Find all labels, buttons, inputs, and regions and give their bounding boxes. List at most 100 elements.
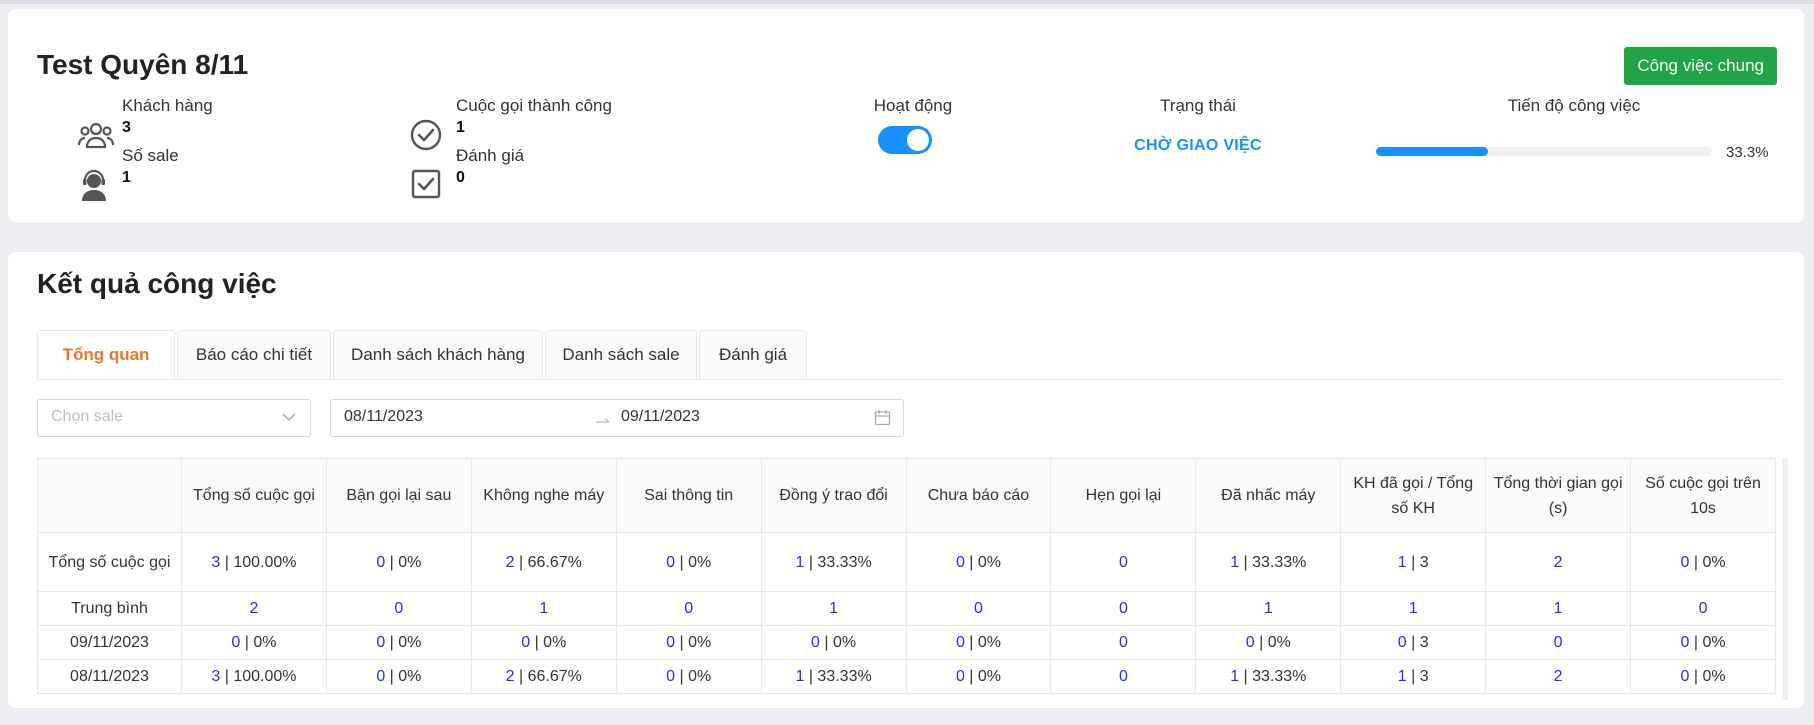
date-to-input[interactable] — [621, 405, 821, 429]
general-job-button[interactable]: Công việc chung — [1624, 47, 1777, 85]
cell-count-link[interactable]: 0 — [811, 634, 820, 651]
cell-count-link[interactable]: 1 — [1230, 668, 1239, 685]
stat-successful-calls-label: Cuộc gọi thành công — [456, 96, 612, 115]
cell-suffix: | 0% — [964, 668, 1002, 685]
job-summary-card: Test Quyên 8/11 Công việc chung Khách hà… — [8, 9, 1804, 222]
table-cell: 1 — [760, 591, 907, 626]
cell-count-link[interactable]: 0 — [684, 600, 693, 617]
check-circle-icon — [410, 119, 442, 151]
row-label: 09/11/2023 — [37, 625, 182, 660]
cell-suffix: | 0% — [819, 634, 857, 651]
cell-count-link[interactable]: 0 — [666, 668, 675, 685]
cell-count-link[interactable]: 0 — [1119, 600, 1128, 617]
cell-count-link[interactable]: 0 — [666, 554, 675, 571]
activity-toggle[interactable] — [878, 126, 932, 154]
cell-count-link[interactable]: 0 — [1554, 634, 1563, 651]
tab-detail-report[interactable]: Báo cáo chi tiết — [177, 330, 331, 380]
table-cell: 3 | 100.00% — [181, 659, 327, 694]
cell-count-link[interactable]: 1 — [1409, 600, 1418, 617]
cell-count-link[interactable]: 1 — [829, 600, 838, 617]
table-cell: 0 | 0% — [470, 625, 617, 660]
date-range-picker — [330, 399, 904, 437]
check-square-icon — [411, 169, 441, 199]
activity-label: Hoạt động — [873, 96, 953, 115]
cell-count-link[interactable]: 0 — [666, 634, 675, 651]
cell-count-link[interactable]: 1 — [1554, 600, 1563, 617]
cell-count-link[interactable]: 1 — [1230, 554, 1239, 571]
cell-count-link[interactable]: 0 — [1246, 634, 1255, 651]
table-cell: 0 | 0% — [325, 625, 472, 660]
row-label: 08/11/2023 — [37, 659, 182, 694]
table-cell: 0 | 0% — [615, 659, 762, 694]
results-table: Tổng số cuộc gọi Bận gọi lại sau Không n… — [37, 458, 1776, 694]
cell-count-link[interactable]: 0 — [1119, 634, 1128, 651]
table-cell: 1 — [1485, 591, 1632, 626]
cell-suffix: | 100.00% — [220, 553, 297, 571]
cell-count-link[interactable]: 1 — [1264, 600, 1273, 617]
cell-count-link[interactable]: 1 — [1398, 554, 1407, 571]
column-header: Bận gọi lại sau — [325, 458, 472, 533]
table-header-row: Tổng số cuộc gọi Bận gọi lại sau Không n… — [37, 458, 1776, 533]
calendar-icon[interactable] — [874, 409, 891, 426]
cell-count-link[interactable]: 0 — [974, 600, 983, 617]
table-cell: 0 — [1050, 532, 1197, 592]
stat-sales-value: 1 — [122, 169, 131, 186]
stat-sales-label: Số sale — [122, 146, 179, 165]
cell-suffix: | 3 — [1406, 668, 1429, 685]
job-results-card: Kết quả công việc Tổng quan Báo cáo chi … — [8, 252, 1804, 708]
cell-count-link[interactable]: 2 — [506, 668, 515, 685]
cell-count-link[interactable]: 0 — [376, 668, 385, 685]
tab-overview[interactable]: Tổng quan — [37, 330, 175, 380]
cell-count-link[interactable]: 1 — [539, 600, 548, 617]
tab-customer-list[interactable]: Danh sách khách hàng — [333, 330, 543, 380]
cell-count-link[interactable]: 0 — [1398, 634, 1407, 651]
cell-count-link[interactable]: 2 — [506, 554, 515, 571]
table-cell: 1 | 3 — [1340, 532, 1487, 592]
table-body: Tổng số cuộc gọi 3 | 100.00% 0 | 0% 2 | 66.… — [37, 532, 1776, 694]
cell-suffix: | 0% — [240, 634, 277, 651]
cell-suffix: | 66.67% — [514, 553, 582, 571]
stat-reviews-label: Đánh giá — [456, 146, 525, 165]
cell-count-link[interactable]: 3 — [211, 554, 220, 571]
sale-select[interactable]: Chọn sale — [37, 399, 311, 437]
cell-suffix: | 0% — [675, 668, 712, 685]
cell-count-link[interactable]: 2 — [1554, 554, 1563, 571]
table-cell: 2 | 66.67% — [470, 659, 617, 694]
cell-count-link[interactable]: 0 — [376, 634, 385, 651]
cell-count-link[interactable]: 0 — [956, 668, 965, 685]
cell-count-link[interactable]: 0 — [1119, 668, 1128, 685]
page-title: Test Quyên 8/11 — [37, 49, 249, 80]
table-cell: 1 — [1195, 591, 1342, 626]
table-cell: 0 | 0% — [615, 625, 762, 660]
tab-reviews[interactable]: Đánh giá — [699, 330, 807, 380]
row-label: Trung bình — [37, 591, 182, 626]
cell-count-link[interactable]: 1 — [1398, 668, 1407, 685]
cell-suffix: | 0% — [385, 553, 422, 571]
table-cell: 0 — [1050, 659, 1197, 694]
cell-count-link[interactable]: 0 — [231, 634, 240, 651]
cell-count-link[interactable]: 0 — [956, 634, 965, 651]
headset-user-icon — [82, 169, 106, 201]
date-from-input[interactable] — [344, 405, 544, 429]
table-cell: 0 | 0% — [615, 532, 762, 592]
column-header: Tổng thời gian gọi (s) — [1485, 458, 1632, 533]
cell-count-link[interactable]: 0 — [1119, 554, 1128, 571]
cell-count-link[interactable]: 2 — [1554, 668, 1563, 685]
cell-suffix: | 0% — [1254, 634, 1291, 651]
cell-count-link[interactable]: 3 — [211, 668, 220, 685]
cell-count-link[interactable]: 0 — [376, 554, 385, 571]
tab-sale-list[interactable]: Danh sách sale — [545, 330, 697, 380]
arrow-right-icon — [596, 418, 610, 423]
cell-suffix: | 33.33% — [804, 668, 872, 685]
cell-count-link[interactable]: 0 — [394, 600, 403, 617]
column-header: Đã nhấc máy — [1195, 458, 1342, 533]
cell-count-link[interactable]: 2 — [250, 600, 259, 617]
table-cell: 2 — [181, 591, 327, 626]
cell-count-link[interactable]: 0 — [521, 634, 530, 651]
stat-successful-calls-value: 1 — [456, 119, 465, 136]
cell-count-link[interactable]: 0 — [956, 554, 965, 571]
table-row: Tổng số cuộc gọi 3 | 100.00% 0 | 0% 2 | 66.… — [37, 532, 1776, 592]
table-row: Trung bình 2 0 1 0 1 0 0 1 1 1 0 — [37, 591, 1776, 626]
cell-count-link[interactable]: 0 — [1699, 600, 1708, 617]
cell-suffix: | 0% — [1689, 634, 1726, 651]
